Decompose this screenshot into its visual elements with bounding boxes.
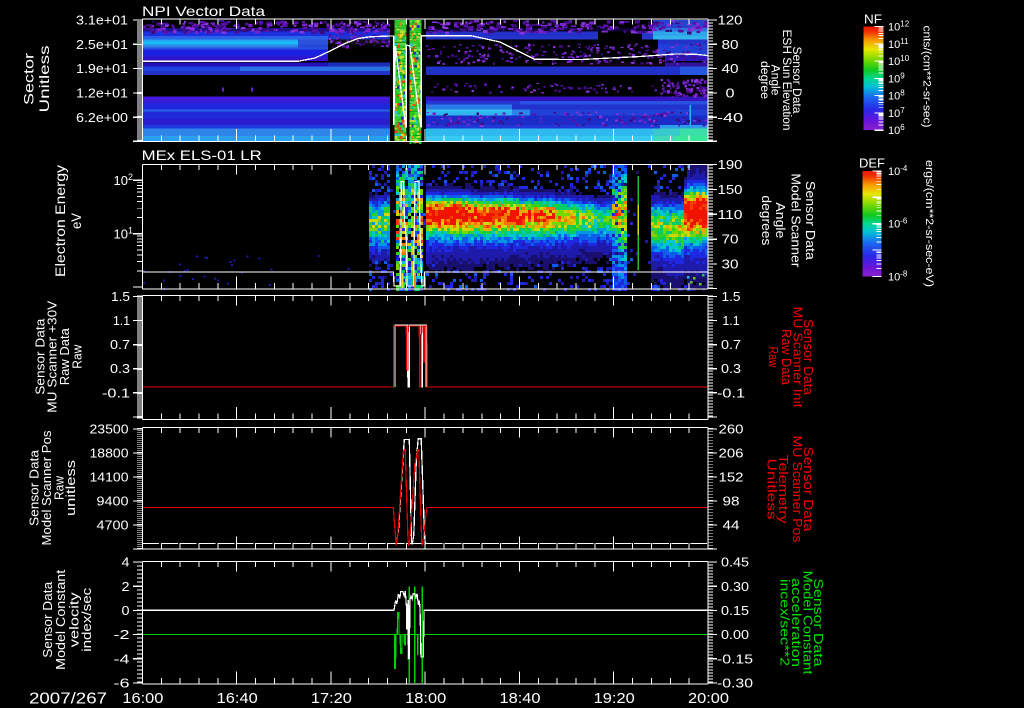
svg-text:-0.15: -0.15 <box>717 651 753 666</box>
svg-text:Raw: Raw <box>69 344 84 369</box>
svg-text:0: 0 <box>122 603 130 618</box>
svg-text:-40: -40 <box>717 110 743 125</box>
svg-text:Model Scanner: Model Scanner <box>789 173 803 267</box>
svg-text:NF: NF <box>864 12 882 27</box>
svg-text:70: 70 <box>722 232 739 247</box>
svg-text:1.1: 1.1 <box>113 313 130 328</box>
svg-text:degree: degree <box>758 61 770 99</box>
svg-text:Sector: Sector <box>21 53 37 105</box>
svg-text:Unitless: Unitless <box>36 46 52 113</box>
svg-text:index/sec: index/sec <box>79 587 94 652</box>
svg-text:0.00: 0.00 <box>721 627 749 642</box>
svg-text:6.2e+00: 6.2e+00 <box>76 110 128 125</box>
svg-text:1.5: 1.5 <box>111 289 130 304</box>
svg-text:eV: eV <box>68 212 84 229</box>
svg-text:120: 120 <box>718 12 743 27</box>
svg-text:Raw Data: Raw Data <box>779 329 793 385</box>
svg-text:-6: -6 <box>114 676 130 691</box>
svg-text:0.7: 0.7 <box>110 337 130 352</box>
svg-text:0: 0 <box>726 86 735 101</box>
svg-text:cnts/(cm**2-sr-sec): cnts/(cm**2-sr-sec) <box>921 26 933 128</box>
svg-text:unitless: unitless <box>63 459 78 516</box>
svg-text:ESH Sun Elevation: ESH Sun Elevation <box>780 30 792 131</box>
svg-text:-2: -2 <box>114 627 130 642</box>
svg-text:-0.1: -0.1 <box>717 385 745 400</box>
svg-text:18800: 18800 <box>90 445 129 460</box>
svg-text:Angle: Angle <box>773 202 787 238</box>
svg-text:2.5e+01: 2.5e+01 <box>76 37 128 52</box>
svg-text:150: 150 <box>718 182 743 197</box>
svg-text:17:20: 17:20 <box>311 690 352 707</box>
svg-text:80: 80 <box>722 37 739 52</box>
svg-text:19:20: 19:20 <box>594 690 635 707</box>
svg-text:44: 44 <box>723 518 740 533</box>
svg-text:MEx ELS-01 LR: MEx ELS-01 LR <box>142 147 262 163</box>
svg-text:0.45: 0.45 <box>721 555 749 570</box>
svg-text:260: 260 <box>719 421 744 436</box>
svg-text:3.1e+01: 3.1e+01 <box>76 12 128 27</box>
svg-text:14100: 14100 <box>90 470 129 485</box>
svg-text:190: 190 <box>718 157 743 172</box>
svg-text:0.7: 0.7 <box>721 337 741 352</box>
svg-text:16:40: 16:40 <box>217 690 258 707</box>
svg-text:1.1: 1.1 <box>723 313 740 328</box>
svg-text:NPI Vector Data: NPI Vector Data <box>142 3 265 19</box>
svg-text:-4: -4 <box>114 651 130 666</box>
svg-text:20:00: 20:00 <box>688 690 729 707</box>
svg-text:4700: 4700 <box>97 518 129 533</box>
svg-text:4: 4 <box>122 555 130 570</box>
svg-text:2: 2 <box>122 579 130 594</box>
svg-text:2007/267: 2007/267 <box>29 691 107 708</box>
svg-text:Sensor Data: Sensor Data <box>803 181 817 260</box>
svg-text:1.5: 1.5 <box>722 289 741 304</box>
svg-text:1.9e+01: 1.9e+01 <box>76 61 128 76</box>
svg-text:18:40: 18:40 <box>500 690 541 707</box>
svg-text:206: 206 <box>719 445 744 460</box>
svg-text:0.15: 0.15 <box>721 603 749 618</box>
svg-text:-0.30: -0.30 <box>717 676 753 691</box>
svg-text:23500: 23500 <box>90 421 129 436</box>
svg-text:ergs/(cm**2-sr-sec-eV): ergs/(cm**2-sr-sec-eV) <box>923 160 935 287</box>
svg-text:152: 152 <box>719 470 744 485</box>
svg-text:0.3: 0.3 <box>721 361 741 376</box>
svg-text:16:00: 16:00 <box>122 690 163 707</box>
svg-text:Unitless: Unitless <box>765 459 779 520</box>
svg-text:30: 30 <box>722 257 739 272</box>
svg-text:40: 40 <box>722 61 739 76</box>
svg-text:1.2e+01: 1.2e+01 <box>76 86 128 101</box>
svg-text:degrees: degrees <box>759 195 773 245</box>
svg-text:DEF: DEF <box>859 156 885 171</box>
svg-text:Electron Energy: Electron Energy <box>52 165 68 277</box>
svg-text:Raw: Raw <box>766 347 780 369</box>
svg-text:9400: 9400 <box>97 494 129 509</box>
svg-text:-0.1: -0.1 <box>102 385 130 400</box>
svg-text:18:00: 18:00 <box>405 690 446 707</box>
svg-text:0.30: 0.30 <box>721 579 749 594</box>
svg-text:0.3: 0.3 <box>110 361 130 376</box>
svg-text:MU Scanner Pos: MU Scanner Pos <box>790 436 804 543</box>
svg-text:98: 98 <box>723 494 740 509</box>
svg-text:110: 110 <box>718 207 743 222</box>
svg-text:incex/sec**2: incex/sec**2 <box>778 579 792 666</box>
